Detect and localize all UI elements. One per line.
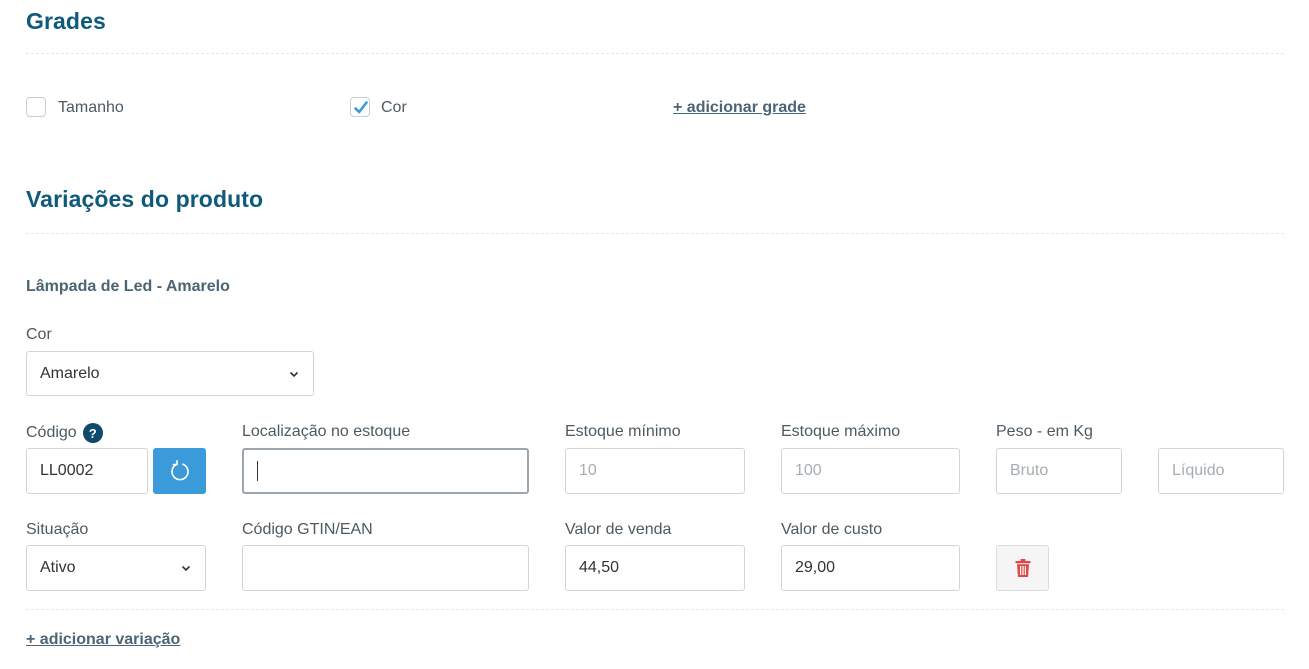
cor-label: Cor (381, 99, 407, 116)
valor-custo-label: Valor de custo (781, 521, 883, 538)
situacao-value: Ativo (40, 559, 76, 576)
peso-bruto-input[interactable]: Bruto (996, 448, 1122, 494)
estoque-maximo-input[interactable]: 100 (781, 448, 960, 494)
check-icon (354, 101, 368, 114)
variation-bottom-divider (26, 609, 1284, 610)
situacao-select[interactable]: Ativo (26, 545, 206, 591)
peso-liquido-placeholder: Líquido (1172, 462, 1225, 479)
codigo-label-group: Código ? (26, 423, 103, 443)
tamanho-label: Tamanho (58, 99, 124, 116)
cor-checkbox[interactable] (350, 97, 370, 117)
estoque-minimo-input[interactable]: 10 (565, 448, 745, 494)
estoque-minimo-placeholder: 10 (579, 462, 597, 479)
gtin-input[interactable] (242, 545, 529, 591)
peso-liquido-input[interactable]: Líquido (1158, 448, 1284, 494)
cor-select-value: Amarelo (40, 364, 100, 382)
variations-divider (26, 233, 1284, 234)
refresh-icon (170, 460, 189, 481)
gtin-label: Código GTIN/EAN (242, 521, 373, 538)
valor-custo-input[interactable]: 29,00 (781, 545, 960, 591)
valor-venda-value: 44,50 (579, 559, 620, 576)
regenerate-code-button[interactable] (153, 448, 206, 494)
add-variation-link[interactable]: + adicionar variação (26, 631, 180, 649)
grades-divider (26, 53, 1284, 54)
add-grade-link[interactable]: + adicionar grade (673, 99, 806, 117)
codigo-value: LL0002 (40, 462, 94, 479)
estoque-maximo-placeholder: 100 (795, 462, 822, 479)
cor-field-label: Cor (26, 326, 52, 343)
help-icon[interactable]: ? (82, 423, 103, 443)
chevron-down-icon (289, 371, 299, 377)
chevron-down-icon (181, 565, 191, 572)
estoque-minimo-label: Estoque mínimo (565, 423, 681, 440)
peso-label: Peso - em Kg (996, 423, 1093, 440)
codigo-label: Código (26, 424, 77, 441)
codigo-input[interactable]: LL0002 (26, 448, 148, 494)
trash-icon (1015, 559, 1030, 577)
situacao-label: Situação (26, 521, 89, 538)
variant-name: Lâmpada de Led - Amarelo (26, 278, 230, 295)
text-caret (257, 461, 258, 481)
peso-bruto-placeholder: Bruto (1010, 462, 1049, 479)
valor-venda-input[interactable]: 44,50 (565, 545, 745, 591)
localizacao-label: Localização no estoque (242, 423, 411, 440)
tamanho-checkbox[interactable] (26, 97, 46, 117)
grades-title: Grades (26, 8, 106, 34)
cor-select[interactable]: Amarelo (26, 351, 314, 396)
variations-title: Variações do produto (26, 186, 264, 212)
valor-venda-label: Valor de venda (565, 521, 672, 538)
delete-variation-button[interactable] (996, 545, 1049, 591)
estoque-maximo-label: Estoque máximo (781, 423, 901, 440)
valor-custo-value: 29,00 (795, 559, 836, 576)
localizacao-input[interactable] (242, 448, 529, 494)
